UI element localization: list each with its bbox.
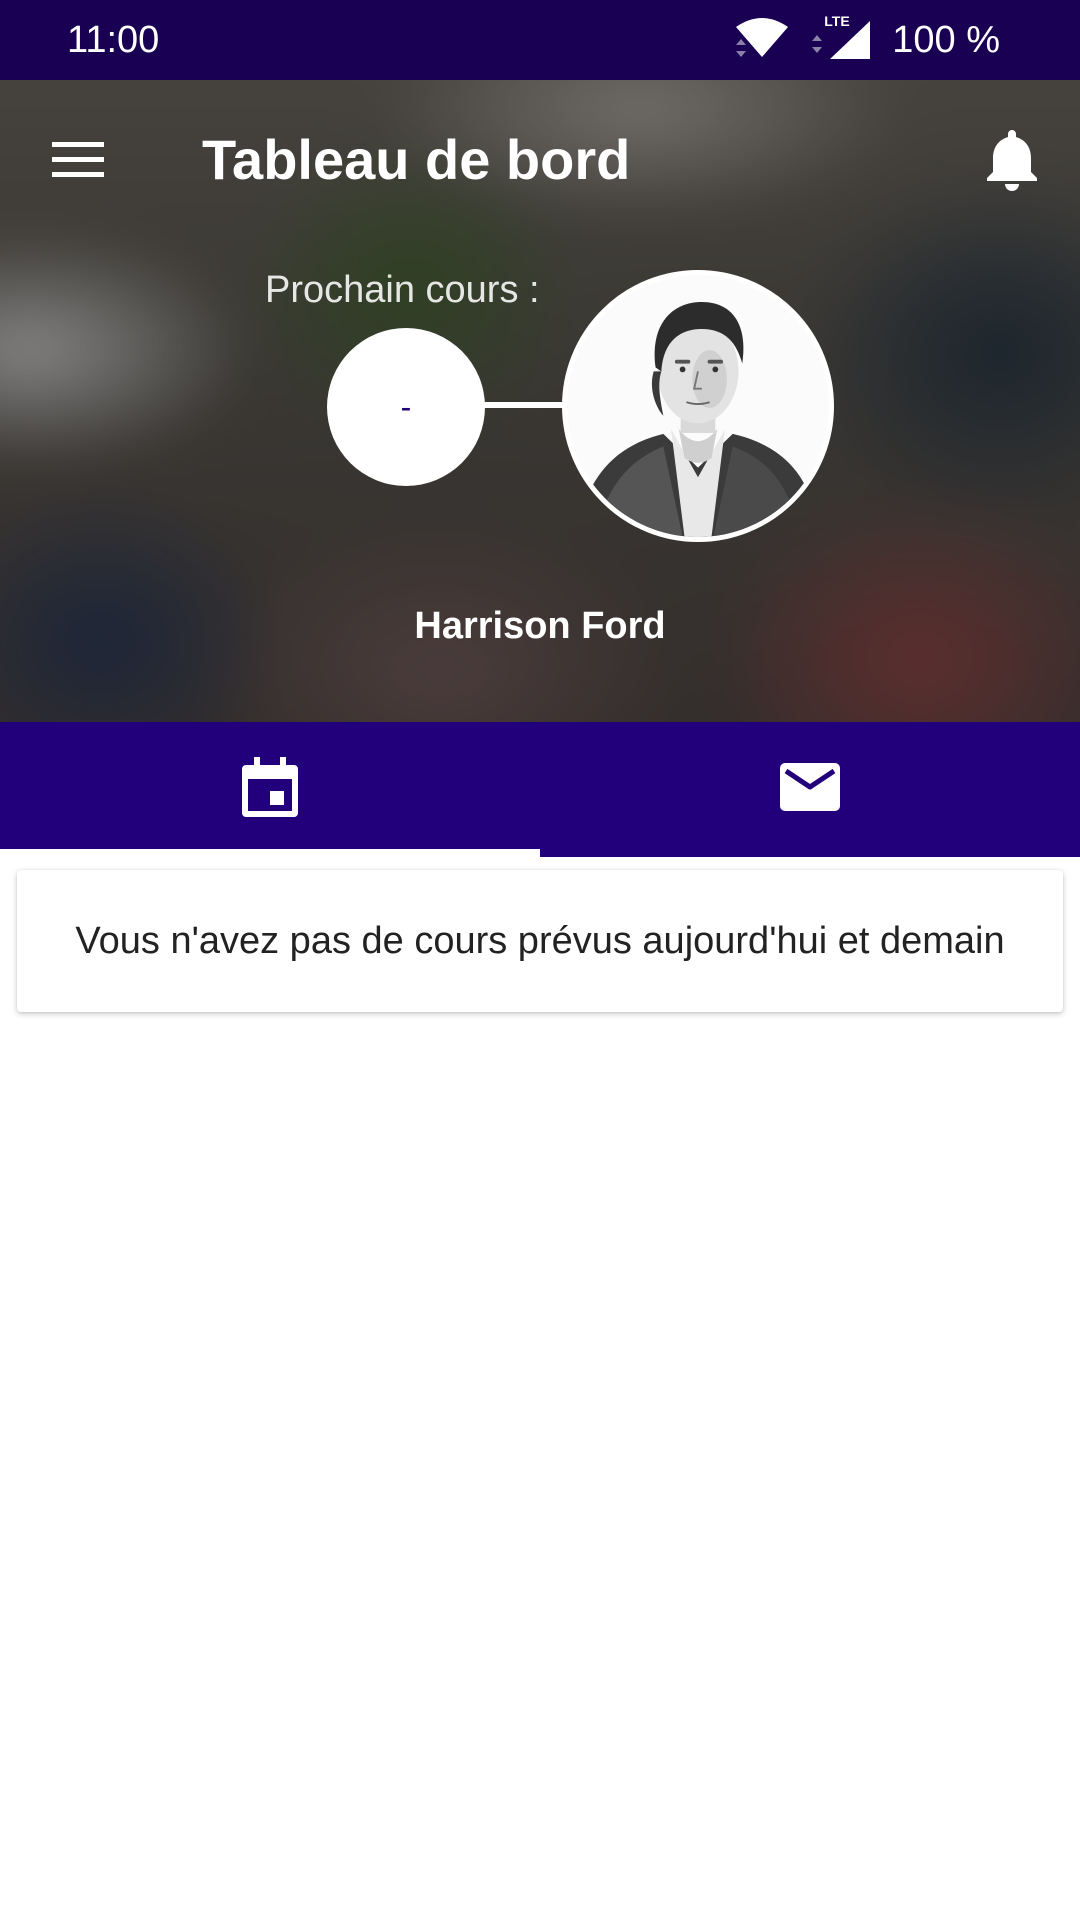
wifi-icon xyxy=(732,15,792,66)
next-class-value: - xyxy=(400,388,412,425)
cell-signal-icon: LTE xyxy=(810,13,874,63)
no-classes-card: Vous n'avez pas de cours prévus aujourd'… xyxy=(17,870,1063,1012)
tab-bar xyxy=(0,722,1080,857)
notification-bell-icon[interactable] xyxy=(982,126,1042,192)
status-bar: 11:00 LTE 100 % xyxy=(0,0,1080,80)
user-name: Harrison Ford xyxy=(414,605,666,647)
dashboard-header: Tableau de bord Prochain cours : - Harri… xyxy=(0,80,1080,722)
status-time: 11:00 xyxy=(67,19,160,61)
avatar[interactable] xyxy=(562,270,834,542)
tab-calendar[interactable] xyxy=(0,722,540,857)
page-title: Tableau de bord xyxy=(202,128,631,191)
next-class-label: Prochain cours : xyxy=(265,269,540,311)
mail-icon xyxy=(780,763,840,816)
no-classes-message: Vous n'avez pas de cours prévus aujourd'… xyxy=(75,920,1005,962)
battery-level: 100 % xyxy=(892,19,1000,61)
lte-label: LTE xyxy=(824,13,850,29)
next-class-circle[interactable]: - xyxy=(327,328,485,486)
status-icons: LTE 100 % xyxy=(732,13,1000,66)
menu-icon[interactable] xyxy=(42,132,114,188)
tab-messages[interactable] xyxy=(540,722,1080,857)
tab-selected-indicator xyxy=(0,849,540,857)
calendar-icon xyxy=(242,757,298,822)
